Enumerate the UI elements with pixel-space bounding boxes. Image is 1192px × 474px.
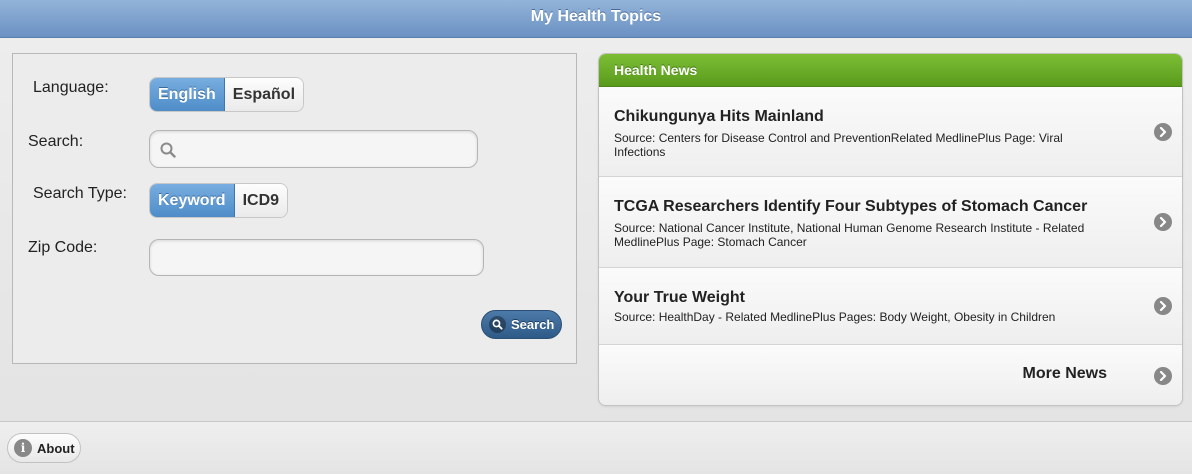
more-news-label: More News xyxy=(1022,365,1107,382)
app-header: My Health Topics xyxy=(0,0,1192,38)
chevron-right-circle-icon xyxy=(1154,297,1172,315)
news-item-title: TCGA Researchers Identify Four Subtypes … xyxy=(614,198,1088,215)
health-news-panel: Health News Chikungunya Hits Mainland So… xyxy=(598,53,1183,406)
search-type-segmented-control: Keyword ICD9 xyxy=(149,183,289,218)
search-type-label: Search Type: xyxy=(33,185,127,202)
more-news-link[interactable]: More News xyxy=(599,345,1182,405)
chevron-right-circle-icon xyxy=(1154,366,1172,385)
language-segmented-control: English Español xyxy=(149,77,305,112)
news-item-title: Chikungunya Hits Mainland xyxy=(614,108,824,125)
language-label: Language: xyxy=(33,79,109,96)
search-type-option-keyword[interactable]: Keyword xyxy=(150,184,235,217)
chevron-right-circle-icon xyxy=(1154,122,1172,141)
search-type-option-icd9[interactable]: ICD9 xyxy=(234,184,288,217)
news-item[interactable]: TCGA Researchers Identify Four Subtypes … xyxy=(599,177,1182,268)
search-input[interactable] xyxy=(150,131,477,167)
search-button-label: Search xyxy=(511,317,555,332)
search-form-panel: Language: English Español Search: Search… xyxy=(12,53,577,364)
about-button-label: About xyxy=(37,440,75,456)
page-title: My Health Topics xyxy=(530,8,662,25)
news-item[interactable]: Chikungunya Hits Mainland Source: Center… xyxy=(599,87,1182,177)
language-option-espanol[interactable]: Español xyxy=(224,78,304,111)
news-item-source: Source: National Cancer Institute, Natio… xyxy=(614,221,1085,249)
search-button[interactable]: Search xyxy=(481,310,562,339)
chevron-right-circle-icon xyxy=(1154,213,1172,231)
about-button[interactable]: i About xyxy=(7,433,81,463)
zip-code-field xyxy=(149,239,484,276)
info-icon: i xyxy=(14,439,32,457)
zip-code-input[interactable] xyxy=(150,240,483,275)
news-item[interactable]: Your True Weight Source: HealthDay - Rel… xyxy=(599,268,1182,345)
magnifier-icon xyxy=(489,316,506,333)
health-news-title: Health News xyxy=(599,54,1182,87)
magnifier-icon xyxy=(160,142,176,158)
zip-code-label: Zip Code: xyxy=(28,239,98,256)
footer-bar: i About xyxy=(0,421,1192,474)
news-item-source: Source: Centers for Disease Control and … xyxy=(614,131,1063,159)
search-field xyxy=(149,130,478,168)
language-option-english[interactable]: English xyxy=(150,78,225,111)
search-label: Search: xyxy=(28,133,84,150)
news-item-source: Source: HealthDay - Related MedlinePlus … xyxy=(614,310,1056,324)
news-item-title: Your True Weight xyxy=(614,289,745,306)
